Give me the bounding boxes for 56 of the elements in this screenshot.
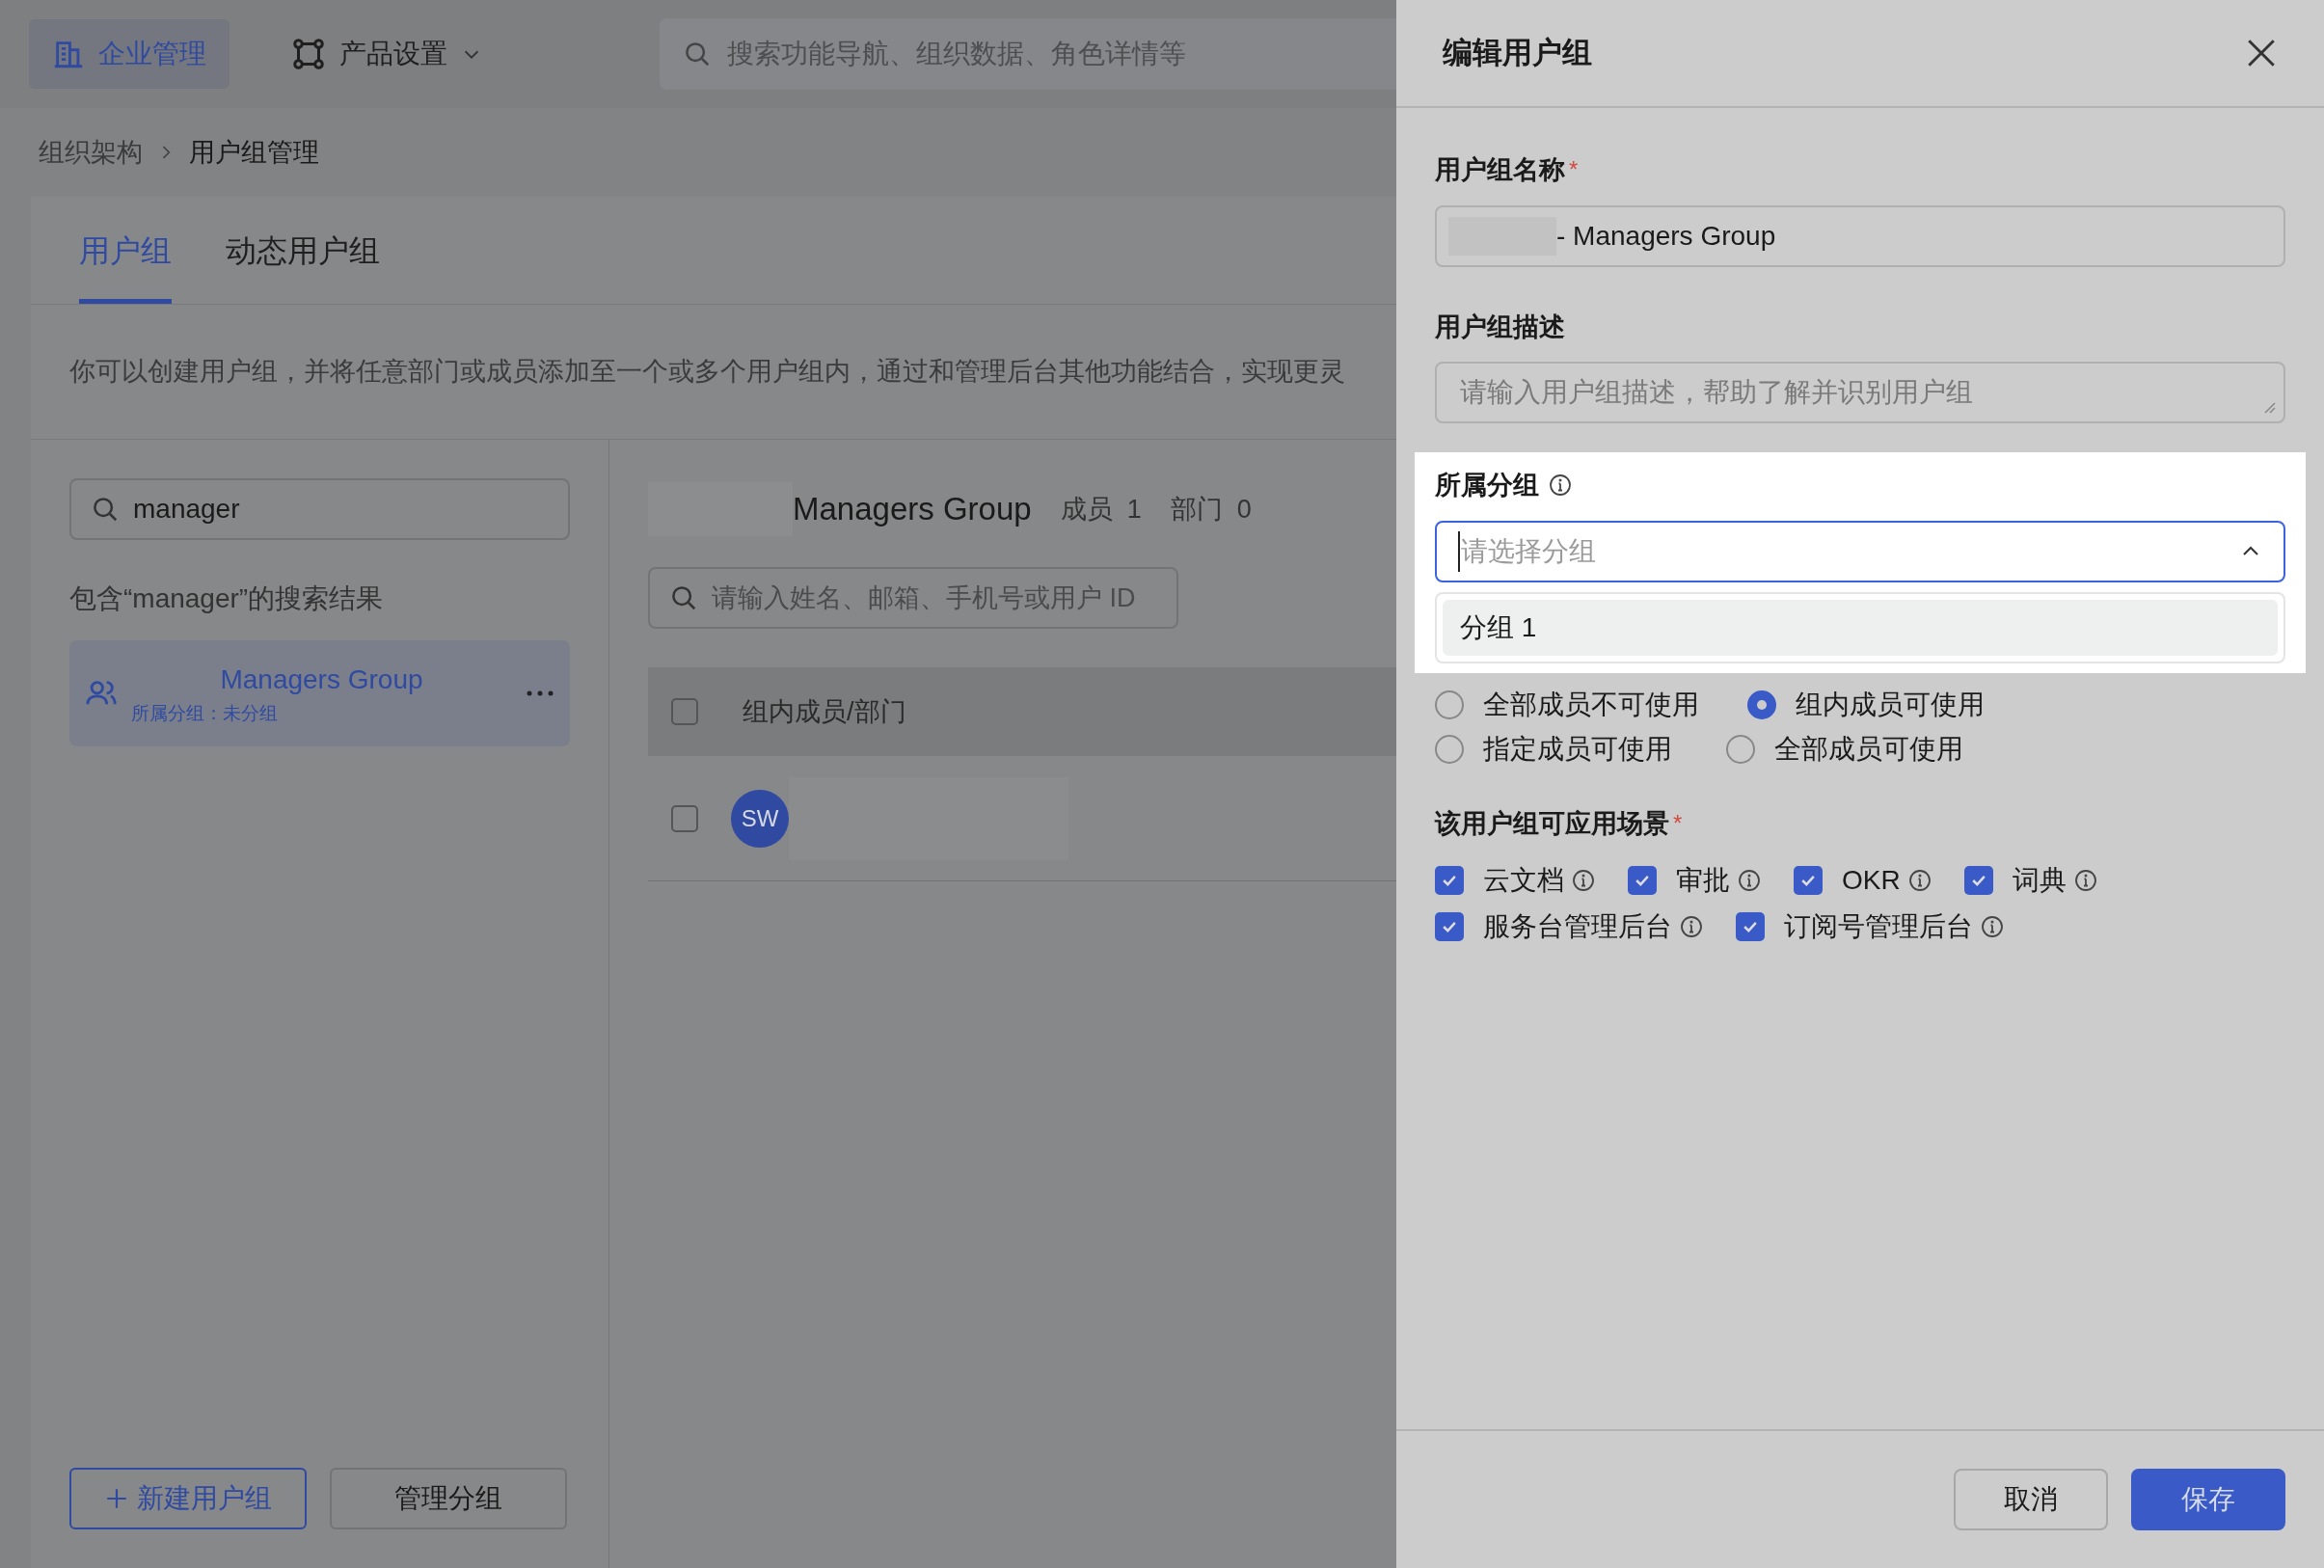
resize-handle-icon[interactable] xyxy=(2262,400,2276,414)
required-mark: * xyxy=(1569,155,1579,185)
save-button[interactable]: 保存 xyxy=(2131,1469,2285,1530)
info-icon xyxy=(1549,473,1572,498)
description-input-field[interactable]: 请输入用户组描述，帮助了解并识别用户组 xyxy=(1435,362,2285,423)
count-text: 部门 0 xyxy=(1170,493,1252,526)
avatar: SW xyxy=(731,789,789,848)
radio-option[interactable]: 全部成员不可使用 xyxy=(1435,684,1699,725)
count-text: 成员 1 xyxy=(1060,493,1142,526)
scene-checkbox[interactable]: 审批 xyxy=(1628,860,1730,901)
search-icon xyxy=(91,495,120,524)
info-icon xyxy=(1981,915,2004,938)
nav-tab[interactable]: 产品设置 xyxy=(268,19,505,89)
group-subgroup: 所属分组：未分组 xyxy=(131,701,279,725)
column-header: 组内成员/部门 xyxy=(743,695,906,728)
group-name: Managers Group xyxy=(220,662,423,696)
description-text: 你可以创建用户组，并将任意部门或成员添加至一个或多个用户组内，通过和管理后台其他功能结合，实现更灵 xyxy=(69,356,1345,389)
member-search-field[interactable]: 请输入姓名、邮箱、手机号或用户 ID xyxy=(648,567,1178,629)
scene-checkbox[interactable]: 词典 xyxy=(1963,860,2067,901)
search-icon xyxy=(669,583,698,612)
breadcrumb-item: 用户组管理 xyxy=(189,136,319,169)
info-icon xyxy=(1572,869,1595,892)
required-mark: * xyxy=(1673,808,1683,838)
radio-option[interactable]: 组内成员可使用 xyxy=(1747,684,1985,725)
tab[interactable]: 动态用户组 xyxy=(226,228,380,304)
group-title: Managers Group xyxy=(793,490,1032,529)
scene-checkbox[interactable]: 云文档 xyxy=(1435,860,1564,901)
field-label: 该用户组可应用场景 xyxy=(1435,807,1669,840)
cancel-button[interactable]: 取消 xyxy=(1954,1469,2108,1530)
scene-checkbox[interactable]: 服务台管理后台 xyxy=(1435,906,1672,947)
checkbox[interactable] xyxy=(671,698,698,725)
nodes-icon xyxy=(291,37,326,71)
subgroup-select[interactable]: 请选择分组 xyxy=(1435,520,2285,582)
plus-icon xyxy=(104,1486,129,1511)
radio-option[interactable]: 全部成员可使用 xyxy=(1726,728,1985,770)
drawer-title: 编辑用户组 xyxy=(1443,34,1592,71)
field-label: 所属分组 xyxy=(1435,470,1539,501)
dropdown-option[interactable]: 分组 1 xyxy=(1443,599,2278,656)
info-icon xyxy=(1738,869,1761,892)
field-label: 用户组名称 xyxy=(1435,154,1565,186)
info-icon xyxy=(2073,869,2097,892)
more-icon[interactable] xyxy=(526,689,554,697)
info-icon xyxy=(1907,869,1932,892)
result-caption: 包含“manager”的搜索结果 xyxy=(69,582,385,615)
scene-checkbox[interactable]: 订阅号管理后台 xyxy=(1736,906,1973,947)
info-icon xyxy=(1680,915,1703,938)
checkbox[interactable] xyxy=(671,804,698,832)
search-icon xyxy=(683,40,712,68)
name-input-field[interactable]: - Managers Group xyxy=(1435,204,2285,267)
close-icon[interactable] xyxy=(2245,37,2278,69)
scene-checkbox[interactable]: OKR xyxy=(1794,860,1901,901)
radio-option[interactable]: 指定成员可使用 xyxy=(1435,728,1699,770)
breadcrumb-item[interactable]: 组织架构 xyxy=(39,132,143,173)
field-label: 用户组描述 xyxy=(1435,311,1566,343)
group-search-field[interactable]: manager xyxy=(69,478,570,540)
manage-subgroups-button[interactable]: 管理分组 xyxy=(330,1468,567,1529)
